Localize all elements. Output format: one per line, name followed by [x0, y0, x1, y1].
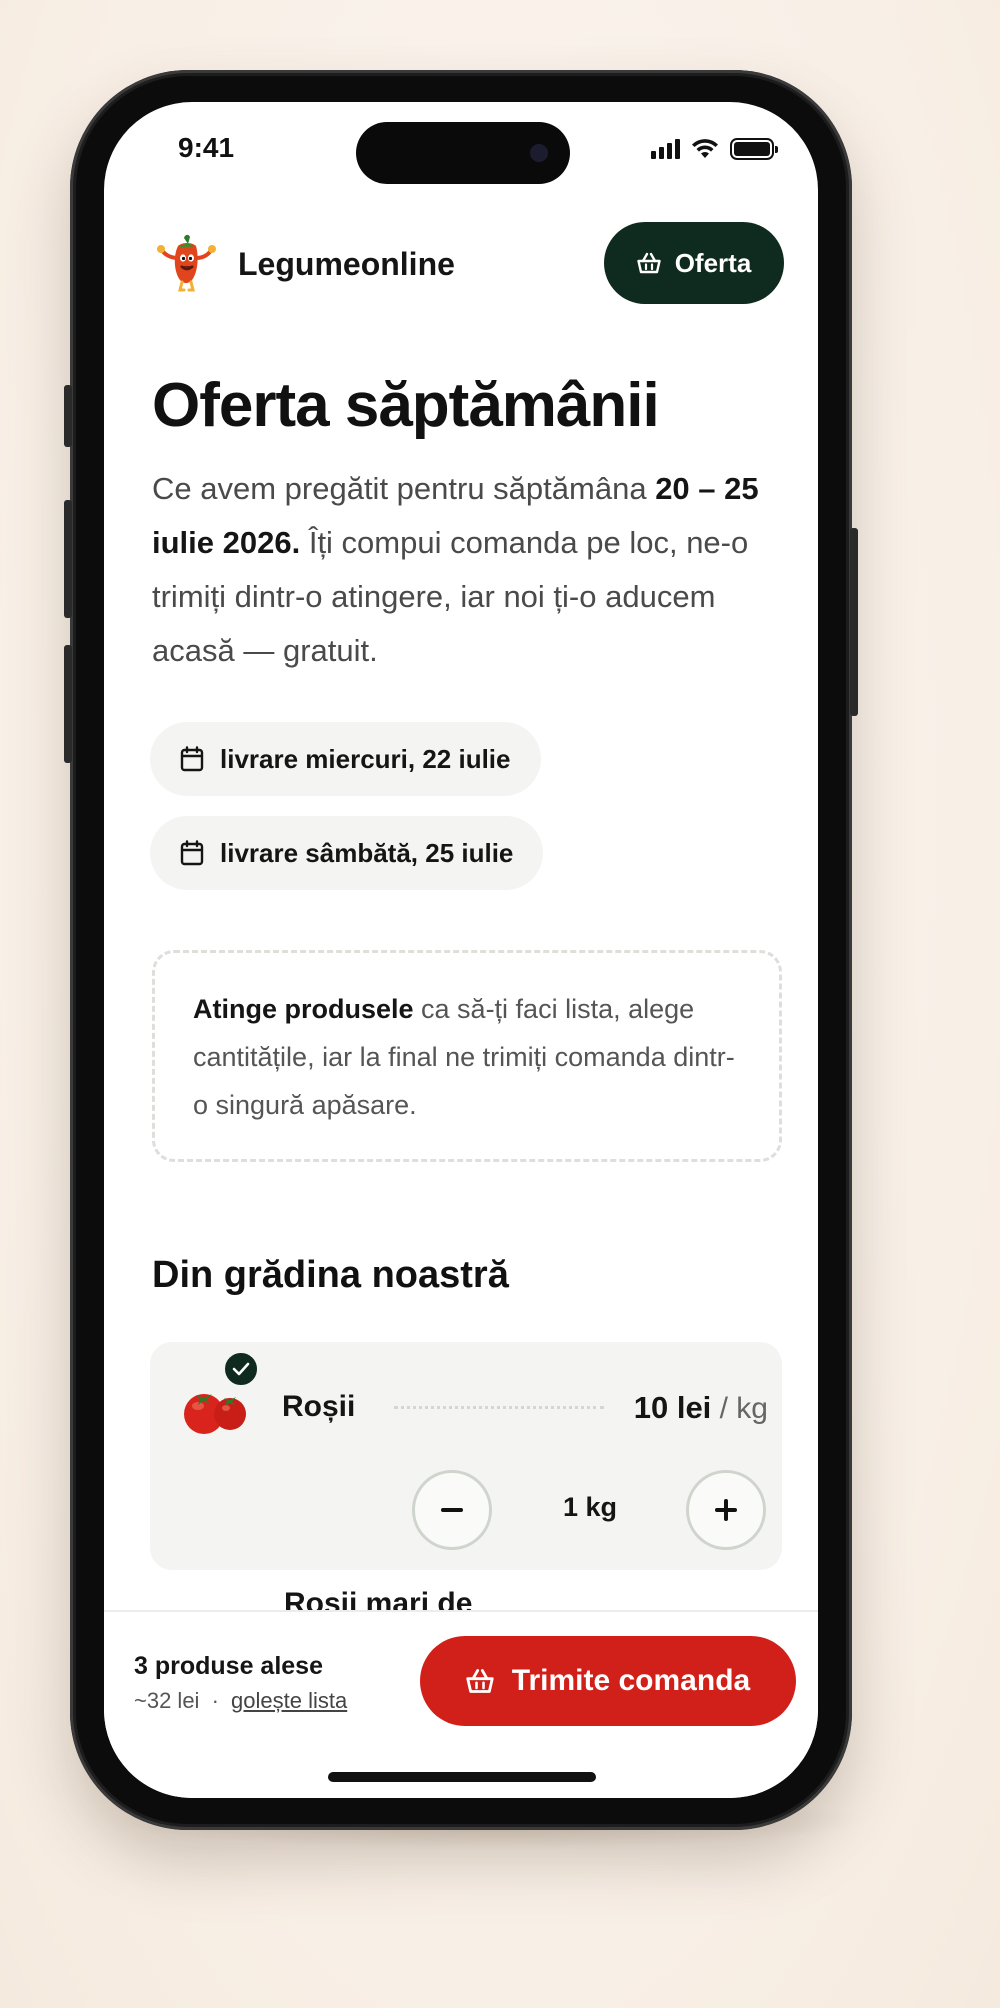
battery-icon — [730, 138, 778, 160]
cellular-signal-icon — [651, 139, 680, 159]
dynamic-island — [356, 122, 570, 184]
basket-icon — [466, 1669, 494, 1693]
product-price-unit: / kg — [719, 1392, 768, 1425]
offer-button[interactable]: Oferta — [604, 222, 784, 304]
intro-text-prefix: Ce avem pregătit pentru săptămâna — [152, 471, 656, 506]
delivery-pill-saturday[interactable]: livrare sâmbătă, 25 iulie — [150, 816, 544, 890]
calendar-icon — [180, 840, 204, 866]
product-name: Roșii — [282, 1390, 356, 1423]
plus-icon — [715, 1499, 737, 1521]
home-indicator[interactable] — [328, 1772, 596, 1782]
app-screen: 9:41 Legumeonline Oferta Oferta săptămân… — [104, 102, 818, 1798]
dotted-leader — [394, 1406, 604, 1409]
product-price-value: 10 lei — [633, 1390, 712, 1425]
decrease-quantity-button[interactable] — [412, 1470, 492, 1550]
minus-icon — [441, 1508, 463, 1512]
app-header: Legumeonline Oferta — [154, 222, 784, 306]
silent-switch — [64, 385, 72, 447]
basket-icon — [637, 252, 661, 274]
volume-up-button — [64, 500, 72, 618]
page-intro: Ce avem pregătit pentru săptămâna 20 – 2… — [152, 462, 792, 678]
meta-separator: · — [211, 1688, 219, 1713]
summary-meta: ~32 lei · golește lista — [134, 1688, 347, 1714]
increase-quantity-button[interactable] — [686, 1470, 766, 1550]
calendar-icon — [180, 746, 204, 772]
delivery-pill-label: livrare miercuri, 22 iulie — [220, 743, 511, 774]
pepper-mascot-logo[interactable] — [154, 232, 218, 296]
quantity-value: 1 kg — [562, 1492, 618, 1522]
status-icons — [651, 138, 778, 160]
instructions-bold: Atinge produsele — [193, 994, 414, 1024]
page-title: Oferta săptămânii — [152, 371, 660, 440]
status-time: 9:41 — [178, 132, 235, 163]
selected-count: 3 produse alese — [134, 1652, 323, 1680]
product-card-rosii[interactable]: Roșii 10 lei / kg 1 kg — [150, 1342, 782, 1570]
selected-check-icon — [222, 1350, 260, 1388]
estimated-total: ~32 lei — [134, 1688, 200, 1713]
order-summary-bar: 3 produse alese ~32 lei · golește lista … — [104, 1610, 818, 1798]
delivery-pill-label: livrare sâmbătă, 25 iulie — [220, 837, 514, 868]
offer-button-label: Oferta — [674, 247, 752, 278]
instructions-box: Atinge produsele ca să-ți faci lista, al… — [152, 950, 782, 1162]
wifi-icon — [692, 139, 718, 158]
clear-list-link[interactable]: golește lista — [231, 1688, 347, 1713]
section-title: Din grădina noastră — [152, 1254, 509, 1296]
send-order-label: Trimite comanda — [511, 1664, 751, 1697]
power-button — [850, 528, 858, 716]
camera-icon — [530, 144, 548, 162]
send-order-button[interactable]: Trimite comanda — [420, 1636, 796, 1726]
brand-name[interactable]: Legumeonline — [238, 246, 455, 283]
status-bar: 9:41 — [104, 102, 818, 192]
volume-down-button — [64, 645, 72, 763]
product-price: 10 lei / kg — [634, 1390, 768, 1426]
delivery-pill-wednesday[interactable]: livrare miercuri, 22 iulie — [150, 722, 541, 796]
